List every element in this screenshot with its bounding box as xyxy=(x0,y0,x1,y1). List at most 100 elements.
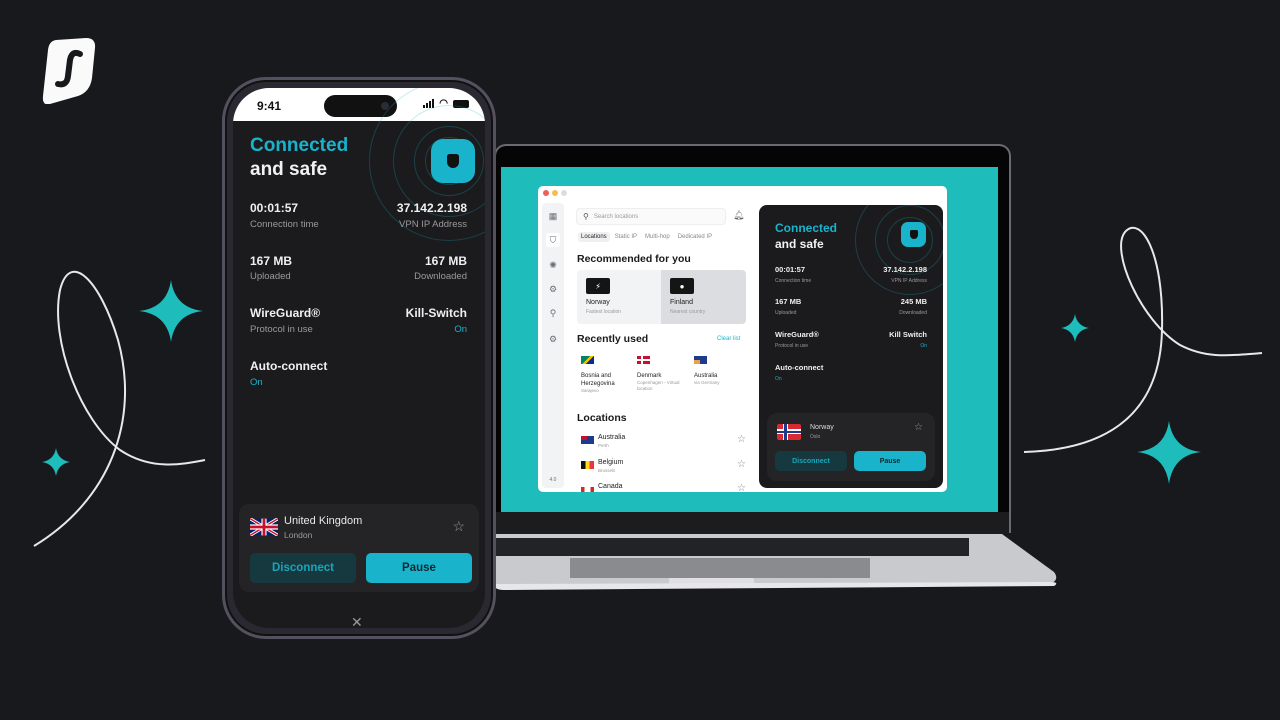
location-city: London xyxy=(284,530,313,540)
sparkle-left-large xyxy=(139,280,203,342)
search-icon: ⚲ xyxy=(583,212,589,221)
uploaded-value: 167 MB xyxy=(250,254,293,268)
star-icon[interactable]: ☆ xyxy=(914,422,923,433)
version-label: 4.0 xyxy=(549,477,557,483)
au-flag xyxy=(581,436,594,444)
location-row[interactable]: Australia Perth ☆ xyxy=(581,434,746,456)
star-icon[interactable]: ☆ xyxy=(737,459,746,470)
sparkle-right-large xyxy=(1137,421,1201,484)
bell-icon[interactable]: 🔔︎ xyxy=(733,210,744,221)
status-title: Connected xyxy=(250,135,349,156)
protocol-value: WireGuard® xyxy=(250,306,321,320)
location-row[interactable]: Canada ☆ xyxy=(581,483,746,492)
pause-button[interactable]: Pause xyxy=(854,451,926,471)
close-icon[interactable]: ✕ xyxy=(351,614,363,628)
app-sidebar: ▦ ⛉ ✺ ⚙ ⚲ ⚙ 4.0 xyxy=(542,203,564,488)
current-location-card: United Kingdom London ☆ Disconnect Pause xyxy=(239,504,479,592)
uk-flag xyxy=(250,518,278,536)
au-flag xyxy=(694,356,707,364)
location-city: Oslo xyxy=(810,434,821,440)
ca-flag xyxy=(581,487,594,492)
search-input[interactable]: ⚲ Search locations xyxy=(576,208,726,225)
tab-dedicated-ip[interactable]: Dedicated IP xyxy=(675,232,715,242)
connection-time-value: 00:01:57 xyxy=(775,265,806,274)
phone-screen: 9:41 ◠ Connected and safe 00:01:57 Conne… xyxy=(233,88,485,628)
uploaded-value: 167 MB xyxy=(775,297,802,306)
status-subtitle: and safe xyxy=(250,159,328,180)
virus-icon[interactable]: ⚙ xyxy=(546,282,560,296)
location-row[interactable]: Belgium Brussels ☆ xyxy=(581,459,746,481)
search-alert-icon[interactable]: ⚲ xyxy=(546,306,560,320)
status-time: 9:41 xyxy=(257,99,282,113)
downloaded-value: 245 MB xyxy=(900,297,927,306)
uploaded-label: Uploaded xyxy=(250,271,291,282)
keyboard xyxy=(494,538,969,556)
phone-device: 9:41 ◠ Connected and safe 00:01:57 Conne… xyxy=(222,77,496,639)
connection-time-label: Connection time xyxy=(775,278,812,284)
tab-static-ip[interactable]: Static IP xyxy=(612,232,640,242)
downloaded-value: 167 MB xyxy=(424,254,467,268)
connection-time-label: Connection time xyxy=(250,219,319,230)
star-icon[interactable]: ☆ xyxy=(737,434,746,445)
protocol-value: WireGuard® xyxy=(775,330,819,339)
vpn-ip-label: VPN IP Address xyxy=(399,219,467,230)
search-placeholder: Search locations xyxy=(593,213,639,220)
ba-flag xyxy=(581,356,594,364)
connection-time-value: 00:01:57 xyxy=(250,201,299,215)
gear-icon[interactable]: ⚙ xyxy=(546,332,560,346)
clear-list-link[interactable]: Clear list xyxy=(717,336,740,342)
auto-connect-value: Auto-connect xyxy=(250,359,328,373)
protocol-label: Protocol in use xyxy=(250,324,313,335)
grid-icon[interactable]: ▦ xyxy=(546,209,560,223)
kill-switch-value: Kill Switch xyxy=(889,330,927,339)
shield-icon[interactable] xyxy=(901,222,926,247)
recent-item[interactable]: Bosnia and Herzegovina Sarajevo xyxy=(581,356,629,394)
location-tabs: Locations Static IP Multi-hop Dedicated … xyxy=(578,232,715,242)
trackpad xyxy=(570,558,870,578)
shield-icon[interactable]: ⛉ xyxy=(546,233,560,247)
uploaded-label: Uploaded xyxy=(775,310,797,316)
sparkle-left-small xyxy=(42,448,70,476)
star-icon[interactable]: ☆ xyxy=(452,518,465,535)
surfshark-logo xyxy=(42,38,96,104)
laptop-bezel xyxy=(496,512,1009,534)
recently-used-heading: Recently used xyxy=(577,333,649,345)
recent-item[interactable]: Australia via Germany xyxy=(694,356,744,386)
laptop-base xyxy=(494,534,1057,590)
kill-switch-status[interactable]: On xyxy=(920,343,927,349)
pause-button[interactable]: Pause xyxy=(366,553,472,583)
recommended-norway[interactable]: ⚡︎ Norway Fastest location xyxy=(577,270,661,324)
disconnect-button[interactable]: Disconnect xyxy=(775,451,847,471)
recommended-finland[interactable]: ● Finland Nearest country xyxy=(661,270,746,324)
tab-multi-hop[interactable]: Multi-hop xyxy=(642,232,673,242)
be-flag xyxy=(581,461,594,469)
disconnect-button[interactable]: Disconnect xyxy=(250,553,356,583)
bolt-icon: ⚡︎ xyxy=(586,278,610,294)
maximize-window-button[interactable] xyxy=(561,190,567,196)
status-subtitle: and safe xyxy=(775,237,824,251)
star-icon[interactable]: ☆ xyxy=(737,483,746,492)
vpn-desktop-app: ▦ ⛉ ✺ ⚙ ⚲ ⚙ 4.0 ⚲ Search locations 🔔︎ Lo… xyxy=(538,186,947,492)
recent-item[interactable]: Denmark Copenhagen - Virtual location xyxy=(637,356,687,392)
dk-flag xyxy=(637,356,650,364)
recommended-heading: Recommended for you xyxy=(577,253,691,265)
minimize-window-button[interactable] xyxy=(552,190,558,196)
bug-icon[interactable]: ✺ xyxy=(546,258,560,272)
tab-locations[interactable]: Locations xyxy=(578,232,610,242)
current-location-card: Norway Oslo ☆ Disconnect Pause xyxy=(767,413,935,481)
auto-connect-status[interactable]: On xyxy=(250,377,263,388)
vpn-ip-value: 37.142.2.198 xyxy=(396,201,467,215)
location-country: United Kingdom xyxy=(284,515,363,527)
downloaded-label: Downloaded xyxy=(414,271,467,282)
kill-switch-value: Kill-Switch xyxy=(405,306,467,320)
pin-icon: ● xyxy=(670,278,694,294)
vpn-ip-value: 37.142.2.198 xyxy=(883,265,927,274)
location-country: Norway xyxy=(810,424,834,431)
connection-panel: Connected and safe 00:01:57 Connection t… xyxy=(759,205,943,488)
close-window-button[interactable] xyxy=(543,190,549,196)
auto-connect-status[interactable]: On xyxy=(775,376,782,382)
shield-icon[interactable] xyxy=(431,139,475,183)
vpn-ip-label: VPN IP Address xyxy=(891,278,927,284)
protocol-label: Protocol in use xyxy=(775,343,809,349)
kill-switch-status[interactable]: On xyxy=(454,324,467,335)
